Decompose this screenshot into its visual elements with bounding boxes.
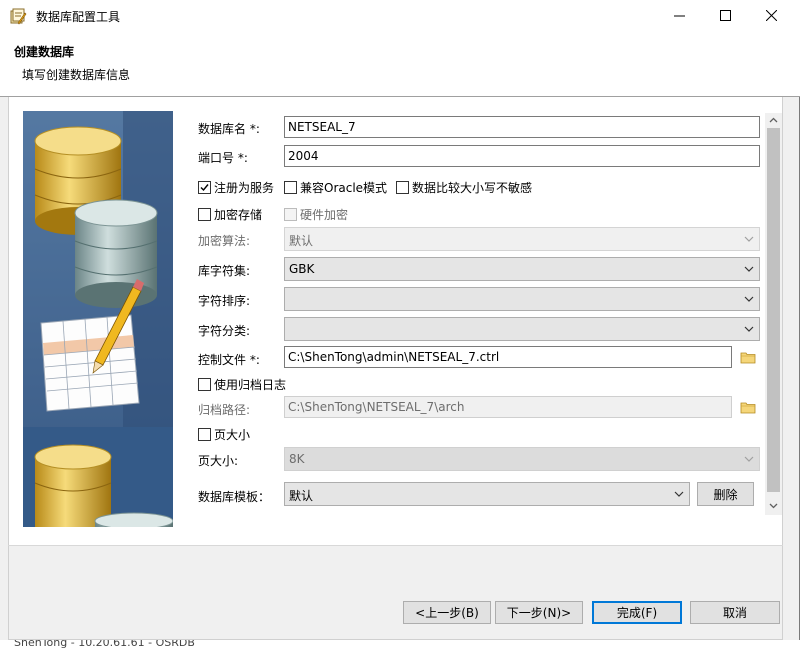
template-value: 默认: [289, 489, 314, 503]
db-name-label: 数据库名 *:: [198, 122, 260, 136]
page-size-checkbox[interactable]: 页大小: [198, 426, 250, 443]
hardware-encrypt-checkbox[interactable]: 硬件加密: [284, 206, 348, 223]
checkbox-box: [198, 378, 211, 391]
port-input[interactable]: 2004: [284, 145, 760, 167]
checkbox-box: [284, 181, 297, 194]
chevron-down-icon: [744, 326, 754, 332]
encrypt-algo-label: 加密算法:: [198, 234, 251, 248]
page-size-label: 页大小:: [198, 454, 239, 468]
database-illustration: [23, 111, 173, 527]
app-icon: [10, 8, 27, 25]
chevron-down-icon: [674, 491, 684, 497]
archive-path-label: 归档路径:: [198, 403, 251, 417]
case-insensitive-label: 数据比较大小写不敏感: [412, 181, 533, 195]
checkbox-box: [284, 208, 297, 221]
chevron-down-icon[interactable]: [767, 500, 780, 512]
control-file-label: 控制文件 *:: [198, 353, 260, 367]
template-label: 数据库模板：: [198, 490, 271, 504]
status-text: ShenTong - 10.20.61.61 - OSRDB: [14, 640, 195, 649]
char-class-select[interactable]: [284, 317, 760, 341]
cancel-button[interactable]: 取消: [690, 601, 780, 624]
charset-select[interactable]: GBK: [284, 257, 760, 281]
next-button[interactable]: 下一步(N)>: [495, 601, 583, 624]
chevron-down-icon: [744, 296, 754, 302]
page-size-value: 8K: [289, 452, 305, 466]
char-class-label: 字符分类:: [198, 324, 251, 338]
collation-select[interactable]: [284, 287, 760, 311]
chevron-up-icon[interactable]: [767, 114, 780, 126]
db-name-input[interactable]: NETSEAL_7: [284, 116, 760, 138]
chevron-down-icon: [744, 266, 754, 272]
archive-path-input[interactable]: C:\ShenTong\NETSEAL_7\arch: [284, 396, 732, 418]
scrollbar-thumb[interactable]: [767, 128, 780, 492]
title-bar: 数据库配置工具: [0, 0, 800, 31]
checkbox-box: [198, 428, 211, 441]
encrypt-algo-value: 默认: [289, 234, 314, 248]
control-file-input[interactable]: C:\ShenTong\admin\NETSEAL_7.ctrl: [284, 346, 732, 368]
database-illustration-icon: [23, 111, 173, 527]
maximize-icon: [719, 10, 731, 21]
charset-value: GBK: [289, 262, 315, 276]
register-service-label: 注册为服务: [214, 181, 275, 195]
port-label: 端口号 *:: [198, 151, 248, 165]
checkbox-box: [198, 208, 211, 221]
page-size-select[interactable]: 8K: [284, 447, 760, 471]
template-select[interactable]: 默认: [284, 482, 690, 506]
collation-label: 字符排序:: [198, 294, 251, 308]
oracle-compat-checkbox[interactable]: 兼容Oracle模式: [284, 179, 387, 196]
dialog-window: 数据库配置工具 创建数据库 填写创建数据库信息 数据库名 *: NETSEAL_…: [0, 0, 800, 650]
checkmark-icon: [200, 184, 209, 192]
encrypt-storage-label: 加密存储: [214, 208, 263, 222]
back-button[interactable]: <上一步(B): [403, 601, 491, 624]
close-icon: [765, 10, 777, 21]
folder-icon[interactable]: [740, 350, 756, 364]
minimize-icon: [673, 15, 685, 17]
charset-label: 库字符集:: [198, 264, 251, 278]
checkbox-box: [198, 181, 211, 194]
case-insensitive-checkbox[interactable]: 数据比较大小写不敏感: [396, 179, 532, 196]
checkbox-box: [396, 181, 409, 194]
page-size-checkbox-label: 页大小: [214, 428, 251, 442]
use-archive-label: 使用归档日志: [214, 378, 287, 392]
page-subtitle: 填写创建数据库信息: [22, 68, 131, 82]
finish-button[interactable]: 完成(F): [592, 601, 682, 624]
chevron-down-icon: [744, 456, 754, 462]
chevron-down-icon: [744, 236, 754, 242]
button-area: [8, 546, 783, 640]
encrypt-algo-select[interactable]: 默认: [284, 227, 760, 251]
folder-icon[interactable]: [740, 400, 756, 414]
background-status-strip: ShenTong - 10.20.61.61 - OSRDB: [0, 640, 800, 650]
register-service-checkbox[interactable]: 注册为服务: [198, 179, 274, 196]
minimize-button[interactable]: [656, 0, 702, 31]
maximize-button[interactable]: [702, 0, 748, 31]
page-title: 创建数据库: [14, 45, 75, 59]
hardware-encrypt-label: 硬件加密: [300, 208, 349, 222]
close-button[interactable]: [748, 0, 794, 31]
window-title: 数据库配置工具: [36, 10, 121, 24]
use-archive-checkbox[interactable]: 使用归档日志: [198, 376, 286, 393]
encrypt-storage-checkbox[interactable]: 加密存储: [198, 206, 262, 223]
wizard-header: 创建数据库 填写创建数据库信息: [0, 31, 800, 97]
delete-template-button[interactable]: 删除: [697, 482, 754, 506]
oracle-compat-label: 兼容Oracle模式: [300, 181, 388, 195]
